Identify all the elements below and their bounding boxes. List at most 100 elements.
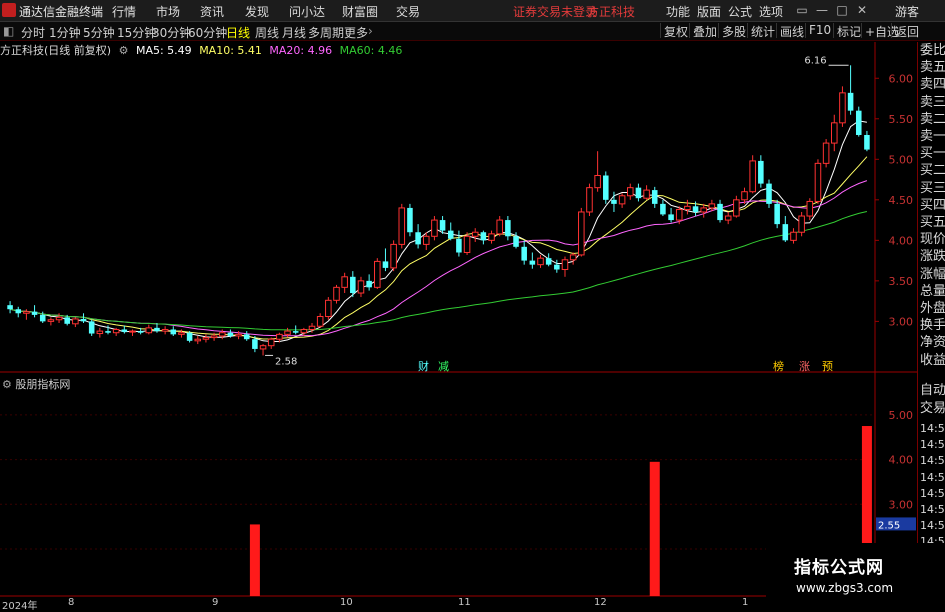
candle-body [643,189,650,199]
candle-body [733,199,740,217]
candle-body [684,205,691,211]
sidebar-item: 买一 [920,146,945,162]
indicator-tick-label: 5.00 [889,409,914,422]
candle-body [618,195,626,205]
sidebar-item: 卖四 [920,77,945,93]
candle-body [521,246,527,261]
candle-body [839,92,846,124]
candle-body [578,211,585,256]
sidebar-item: 换手 [920,318,945,334]
candle-body [276,333,283,340]
candle-body [456,238,462,253]
sidebar-item[interactable]: 自动 [920,384,945,398]
indicator-name[interactable]: 股朋指标网 [15,378,70,391]
sidebar-item: 总量 [920,283,945,299]
candle-body [561,259,569,271]
candle-body [390,243,397,269]
date-axis: 2024年 8 9 10 11 12 1 [0,597,875,612]
price-tick-label: 5.50 [889,113,914,126]
candle-body [7,305,13,310]
candle-body [55,316,63,321]
candle-body [88,321,95,334]
marker-cai: 财 [418,359,429,373]
candle-body [129,330,136,333]
indicator-settings-icon[interactable]: ⚙ [2,378,12,391]
date-label: 8 [68,597,75,608]
candle-body [505,220,511,237]
candle-body [252,339,258,349]
price-tick-label: 5.00 [889,153,914,166]
candle-body [308,325,316,330]
sidebar-item: 买三 [920,180,945,196]
candle-body [243,334,250,340]
date-label: 11 [458,597,471,608]
candle-body [218,332,226,337]
ma5-line [9,120,867,342]
sidebar-item: 涨幅 [920,266,945,282]
candle-body [513,236,519,247]
candle-body [864,134,870,150]
candle-body [422,235,430,245]
candle-body [96,330,104,335]
kline-chart[interactable]: 3.003.504.004.505.005.506.002.003.004.00… [0,0,945,609]
sidebar-time: 14:56 [920,454,945,468]
candle-body [545,258,552,265]
candle-body [154,327,160,332]
candle-body [569,254,577,261]
marker-zhang: 涨 [799,360,810,373]
candle-body [847,92,854,111]
marker-yu: 预 [822,360,833,373]
candle-body [72,318,79,325]
price-tick-label: 4.50 [889,194,914,207]
candle-body [586,187,593,213]
candle-body [431,219,438,237]
price-tick-label: 3.50 [889,275,914,288]
candle-body [717,203,723,221]
candle-body [350,276,356,294]
indicator-bar [649,461,660,596]
candle-body [80,318,87,322]
watermark-title: 指标公式网 [794,558,884,578]
date-label: 2024年 [2,601,38,612]
candle-body [284,330,291,335]
indicator-tick-label: 4.00 [889,454,914,467]
candle-body [210,335,218,339]
candle-body [611,199,617,204]
candle-body [774,203,780,225]
candle-body [398,207,406,245]
candle-body [407,207,413,233]
date-label: 1 [742,597,749,608]
candle-body [480,232,487,241]
candle-body [415,232,421,245]
candle-body [822,142,830,164]
sidebar-item: 净资 [920,335,945,351]
candle-body [668,214,674,221]
candle-body [341,276,348,288]
sidebar-time: 14:56 [920,470,945,484]
sidebar-time: 14:56 [920,503,945,516]
candle-body [366,280,372,288]
quote-sidebar: 委比 卖五 卖四 卖三 卖二 卖一 买一 买二 买三 买四 买五 现价 涨跌 涨幅 总量 外盘 换手 净资 收益 自动… [917,42,945,609]
price-tick-label: 4.00 [889,234,914,247]
price-tick-label: 3.00 [889,315,914,328]
candle-body [300,328,308,334]
candle-body [186,332,193,341]
candle-body [782,224,789,241]
candle-body [47,319,55,322]
candle-body [675,209,683,221]
marker-jian: 减 [438,360,449,373]
current-value-label: 2.55 [878,520,900,531]
candle-body [194,338,202,342]
sidebar-item: 外盘 [920,301,945,316]
candle-body [758,160,764,184]
sidebar-time: 14:56 [920,422,945,435]
candle-body [496,219,503,235]
candle-body [806,200,814,217]
candle-body [724,215,732,221]
candle-body [316,316,324,327]
sidebar-item[interactable]: 交易 [920,402,945,416]
candle-body [105,331,111,333]
sidebar-item: 卖五 [920,60,945,76]
sidebar-time: 14:56 [920,519,945,533]
candle-body [178,332,185,335]
